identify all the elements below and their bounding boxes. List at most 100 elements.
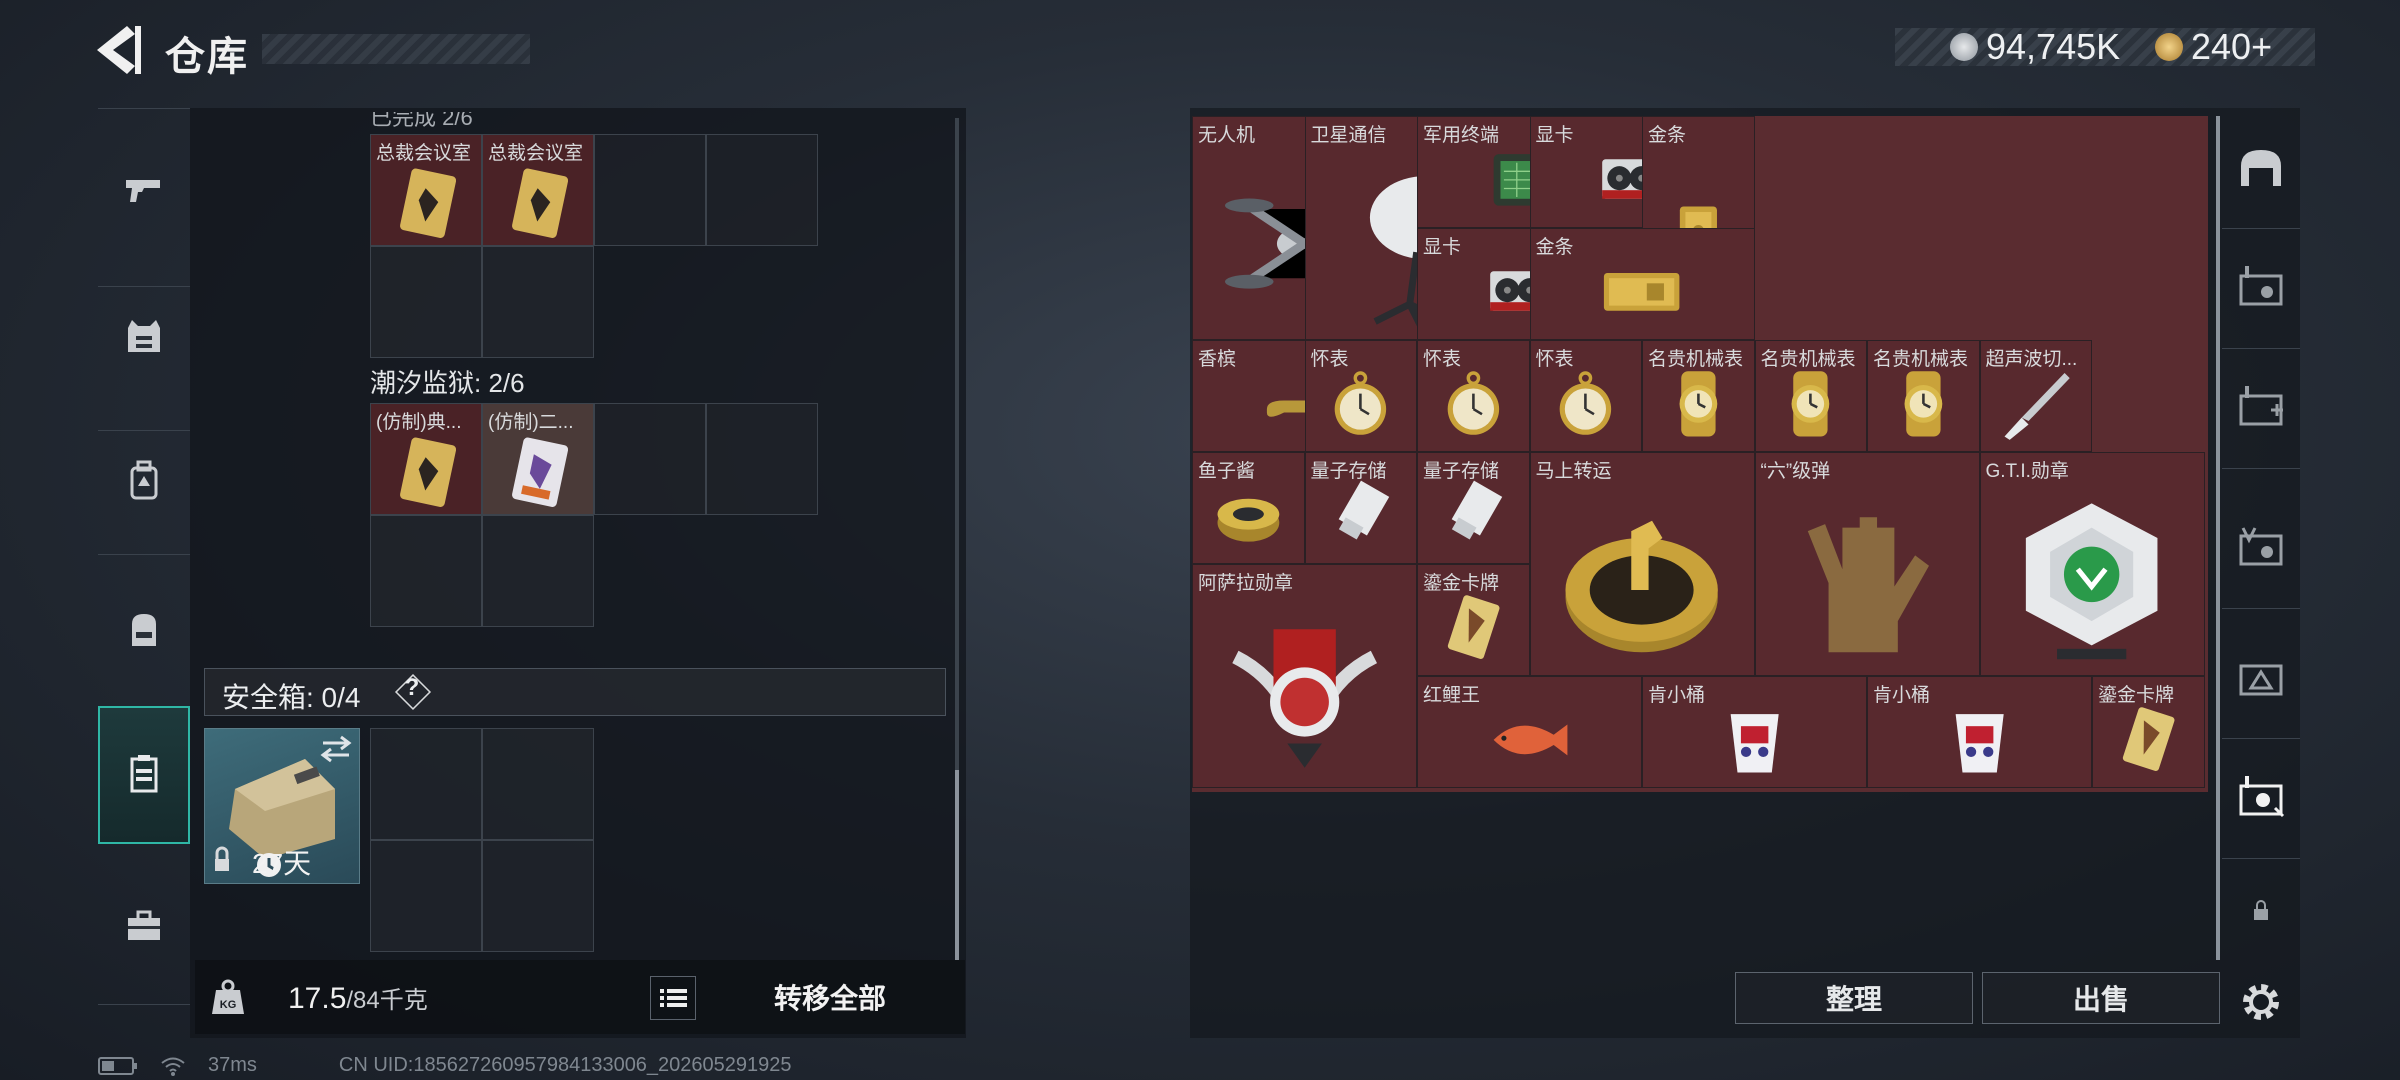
stash-item[interactable]: 鎏金卡牌 — [1417, 564, 1530, 676]
gold-currency-value: 240+ — [2191, 26, 2273, 67]
page-title: 仓库 — [165, 35, 249, 79]
container-slot[interactable] — [482, 515, 594, 627]
gold-bar-icon — [1604, 272, 1680, 311]
safebox-slot[interactable] — [370, 728, 482, 840]
gilded-card-icon — [1447, 595, 1500, 659]
item-label: 总裁会议室 — [488, 143, 584, 164]
stash-item[interactable]: 怀表 — [1529, 340, 1642, 452]
keycard-icon — [512, 168, 569, 238]
pocket-watch-icon — [1334, 371, 1387, 435]
stash-grid: 无人机 卫星通信 军用终端 显卡 金条 显卡 金条 香槟 怀表 怀表 怀表 名贵机械表 名贵机械表 名贵机… — [1192, 116, 2208, 792]
stash-item[interactable]: 红鲤王 — [1417, 676, 1642, 788]
container-item[interactable]: (仿制)二... — [482, 403, 594, 515]
container-slot[interactable] — [706, 134, 818, 246]
container-slot[interactable] — [706, 403, 818, 515]
container-item[interactable]: 总裁会议室 — [370, 134, 482, 246]
gold-currency[interactable]: 240+ — [2155, 26, 2272, 68]
settings-gear-icon — [2243, 984, 2279, 1020]
help-icon[interactable]: ? — [402, 674, 422, 702]
stash-tab-v-icon — [2239, 527, 2283, 566]
stash-item[interactable]: 名贵机械表 — [1642, 340, 1755, 452]
item-label: 量子存储 — [1310, 461, 1387, 482]
gilded-card-icon — [2122, 707, 2175, 771]
safebox-expiry: 27天 — [252, 848, 312, 879]
settings-button[interactable] — [2222, 972, 2300, 1032]
item-label: G.T.I.勋章 — [1985, 461, 2069, 482]
item-label: 金条 — [1648, 125, 1687, 146]
stash-tab-overview[interactable] — [2222, 108, 2300, 228]
pocket-watch-icon — [1447, 371, 1499, 435]
nav-pistol[interactable] — [98, 130, 190, 250]
pistol-icon — [126, 180, 160, 202]
nav-toolbox[interactable] — [98, 866, 190, 986]
asala-medal-icon — [1231, 629, 1377, 768]
gti-medal-icon — [2026, 503, 2158, 660]
stash-tab-active[interactable] — [2222, 738, 2300, 858]
stash-tab-add[interactable] — [2222, 348, 2300, 468]
gold-coin-icon — [2155, 33, 2183, 61]
stash-item[interactable]: 鎏金卡牌 — [2092, 676, 2205, 788]
sell-button[interactable]: 出售 — [1982, 972, 2220, 1024]
safebox-slot[interactable] — [482, 728, 594, 840]
container-title-2: 潮汐监狱: 2/6 — [370, 368, 525, 398]
back-arrow-icon[interactable] — [95, 22, 145, 78]
container-grid-1: 总裁会议室 总裁会议室 — [370, 134, 818, 358]
container-slot[interactable] — [594, 403, 706, 515]
lock-toggle[interactable] — [2222, 860, 2300, 960]
stash-item[interactable]: 超声波切... — [1979, 340, 2092, 452]
safebox-slot[interactable] — [482, 840, 594, 952]
item-label: 怀表 — [1423, 349, 1462, 370]
stash-item[interactable]: 肯小桶 — [1642, 676, 1867, 788]
list-view-button[interactable] — [650, 976, 696, 1020]
container-item[interactable]: 总裁会议室 — [482, 134, 594, 246]
container-slot[interactable] — [482, 246, 594, 358]
nav-backpack[interactable] — [98, 420, 190, 540]
container-scrollbar-thumb[interactable] — [955, 770, 959, 960]
bag-icon — [132, 614, 156, 646]
stash-item[interactable]: 肯小桶 — [1867, 676, 2092, 788]
item-label: 红鲤王 — [1423, 685, 1481, 706]
sort-button[interactable]: 整理 — [1735, 972, 1973, 1024]
status-bar: 37ms CN UID:18562726095798413300​6_20260… — [98, 1054, 792, 1077]
safebox-slot[interactable] — [370, 840, 482, 952]
container-slot[interactable] — [370, 515, 482, 627]
stash-item[interactable]: 马上转运 — [1529, 452, 1755, 676]
container-item[interactable]: (仿制)典... — [370, 403, 482, 515]
stash-tab-1[interactable] — [2222, 228, 2300, 348]
nav-armor[interactable] — [98, 276, 190, 396]
transfer-all-button[interactable]: 转移全部 — [710, 968, 950, 1026]
nav-safebox[interactable] — [98, 706, 190, 844]
storage-dome-icon — [2241, 150, 2281, 186]
stash-tab-1-icon — [2239, 266, 2283, 306]
stash-scrollbar[interactable] — [2216, 116, 2220, 960]
stash-item[interactable]: 怀表 — [1304, 340, 1417, 452]
nav-bag[interactable] — [98, 570, 190, 690]
safebox-grid — [370, 728, 594, 952]
stash-item[interactable]: 怀表 — [1417, 340, 1530, 452]
stash-item[interactable]: 阿萨拉勋章 — [1192, 564, 1417, 788]
stash-item[interactable]: 名贵机械表 — [1754, 340, 1867, 452]
item-label: 名贵机械表 — [1648, 349, 1744, 370]
stash-item[interactable]: 量子存储 — [1304, 452, 1417, 564]
weight-readout: 17.5/84千克 — [288, 980, 428, 1016]
stash-item[interactable]: 量子存储 — [1417, 452, 1530, 564]
item-label: 鎏金卡牌 — [1423, 573, 1500, 594]
item-label: 鱼子酱 — [1198, 461, 1256, 482]
container-slot[interactable] — [594, 134, 706, 246]
stash-item[interactable]: 金条 — [1529, 228, 1755, 340]
red-carp-icon — [1493, 724, 1568, 756]
item-label: 超声波切... — [1985, 349, 2078, 370]
stash-item[interactable]: 鱼子酱 — [1192, 452, 1305, 564]
luxury-watch-icon — [1904, 371, 1943, 437]
stash-tab-tri[interactable] — [2222, 618, 2300, 738]
stash-item[interactable]: G.T.I.勋章 — [1979, 452, 2205, 676]
item-label: (仿制)二... — [488, 412, 574, 433]
container-slot[interactable] — [370, 246, 482, 358]
weight-max: /84千克 — [346, 987, 428, 1014]
stash-tab-v[interactable] — [2222, 488, 2300, 608]
silver-currency[interactable]: 94,745K — [1950, 26, 2120, 68]
container-grid-2: (仿制)典... (仿制)二... — [370, 403, 818, 627]
stash-tab-active-icon — [2239, 776, 2285, 818]
stash-item[interactable]: 名贵机械表 — [1867, 340, 1980, 452]
stash-item[interactable]: “六”级弹 — [1754, 452, 1980, 676]
